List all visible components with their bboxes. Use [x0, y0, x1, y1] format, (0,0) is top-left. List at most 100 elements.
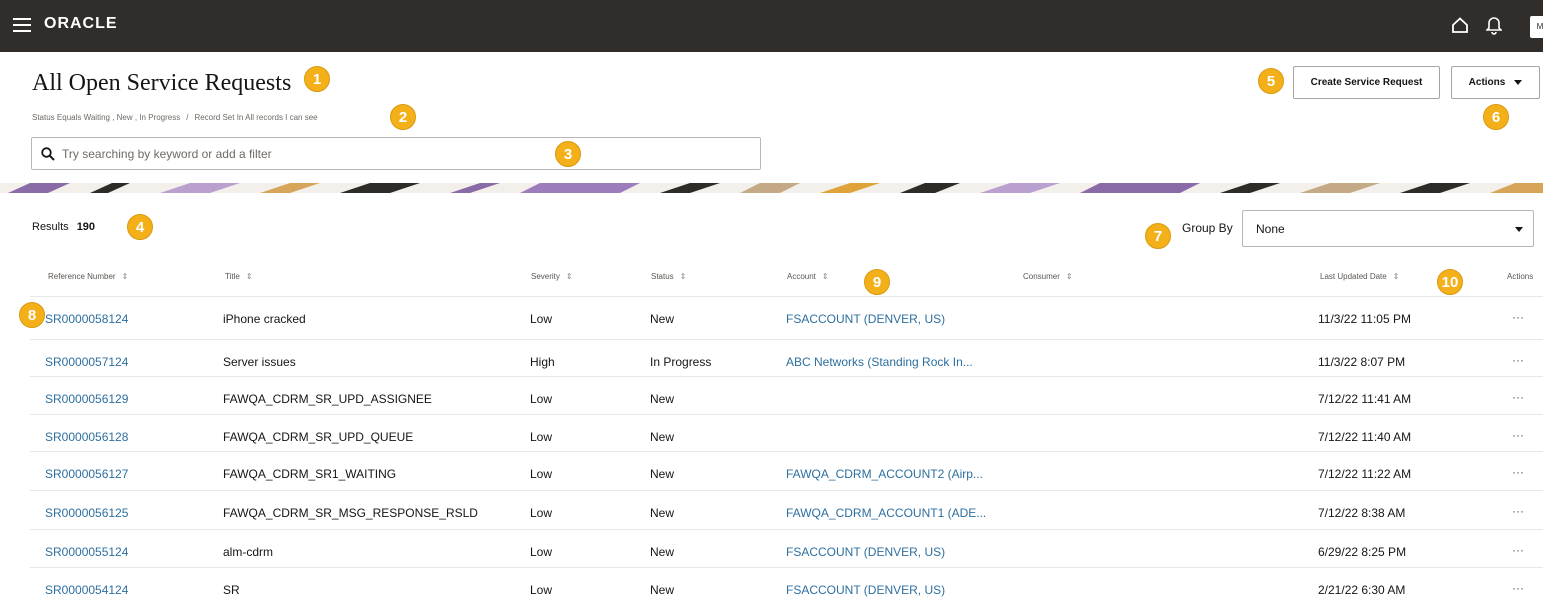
callout-1: 1 — [304, 66, 330, 92]
title-cell: FAWQA_CDRM_SR_UPD_QUEUE — [223, 430, 414, 444]
account-link[interactable]: FAWQA_CDRM_ACCOUNT2 (Airp... — [786, 467, 983, 481]
column-header-title[interactable]: Title ⇕ — [225, 272, 253, 281]
row-divider — [30, 529, 1543, 530]
results-count: Results 190 — [32, 221, 95, 233]
sort-icon[interactable]: ⇕ — [1066, 272, 1073, 281]
callout-3: 3 — [555, 141, 581, 167]
sort-icon[interactable]: ⇕ — [566, 272, 573, 281]
last-updated-cell: 7/12/22 11:22 AM — [1318, 467, 1412, 481]
page-title: All Open Service Requests — [32, 70, 292, 96]
title-cell: FAWQA_CDRM_SR_MSG_RESPONSE_RSLD — [223, 506, 478, 520]
last-updated-cell: 7/12/22 11:41 AM — [1318, 392, 1412, 406]
group-by-select[interactable]: None — [1242, 210, 1534, 247]
row-divider — [30, 414, 1543, 415]
actions-menu-label: Actions — [1468, 77, 1506, 88]
filter-recordset[interactable]: Record Set In All records I can see — [194, 113, 317, 122]
status-cell: New — [650, 545, 675, 559]
reference-number-link[interactable]: SR0000056128 — [45, 430, 128, 444]
column-header-label: Consumer — [1023, 272, 1060, 281]
column-header-account[interactable]: Account ⇕ — [787, 272, 829, 281]
severity-cell: Low — [530, 392, 553, 406]
account-link[interactable]: FSACCOUNT (DENVER, US) — [786, 312, 945, 326]
row-actions-menu-icon[interactable]: ··· — [1512, 581, 1524, 595]
row-actions-menu-icon[interactable]: ··· — [1512, 353, 1524, 367]
row-divider — [30, 567, 1543, 568]
status-cell: New — [650, 467, 675, 481]
reference-number-link[interactable]: SR0000055124 — [45, 545, 128, 559]
column-header-consumer[interactable]: Consumer ⇕ — [1023, 272, 1073, 281]
actions-menu-button[interactable]: Actions — [1451, 66, 1540, 99]
results-number: 190 — [76, 221, 96, 233]
notifications-bell-icon[interactable] — [1486, 15, 1502, 35]
title-cell: alm-cdrm — [223, 545, 273, 559]
sort-icon[interactable]: ⇕ — [822, 272, 829, 281]
reference-number-link[interactable]: SR0000056129 — [45, 392, 128, 406]
severity-cell: Low — [530, 545, 553, 559]
title-cell: SR — [223, 583, 240, 597]
account-link[interactable]: FSACCOUNT (DENVER, US) — [786, 583, 945, 597]
group-by-label: Group By — [1182, 221, 1233, 235]
sort-icon[interactable]: ⇕ — [680, 272, 687, 281]
create-service-request-button[interactable]: Create Service Request — [1293, 66, 1440, 99]
callout-4: 4 — [127, 214, 153, 240]
column-header-label: Last Updated Date — [1320, 272, 1387, 281]
last-updated-cell: 7/12/22 8:38 AM — [1318, 506, 1406, 520]
chevron-down-icon — [1515, 227, 1523, 232]
column-header-last-updated[interactable]: Last Updated Date ⇕ — [1320, 272, 1399, 281]
reference-number-link[interactable]: SR0000056125 — [45, 506, 128, 520]
user-avatar[interactable]: M — [1530, 16, 1543, 38]
callout-7: 7 — [1145, 223, 1171, 249]
column-header-reference[interactable]: Reference Number ⇕ — [48, 272, 128, 281]
sort-icon[interactable]: ⇕ — [1393, 272, 1400, 281]
column-header-label: Title — [225, 272, 240, 281]
severity-cell: Low — [530, 506, 553, 520]
row-divider — [30, 376, 1543, 377]
severity-cell: Low — [530, 467, 553, 481]
reference-number-link[interactable]: SR0000058124 — [45, 312, 128, 326]
search-field[interactable] — [31, 137, 761, 170]
search-input[interactable] — [62, 144, 742, 164]
status-cell: New — [650, 312, 675, 326]
severity-cell: Low — [530, 312, 553, 326]
callout-5: 5 — [1258, 68, 1284, 94]
sort-icon[interactable]: ⇕ — [122, 272, 129, 281]
column-header-label: Severity — [531, 272, 560, 281]
account-link[interactable]: FAWQA_CDRM_ACCOUNT1 (ADE... — [786, 506, 986, 520]
severity-cell: High — [530, 355, 555, 369]
global-header: ORACLE M — [0, 0, 1543, 52]
oracle-logo[interactable]: ORACLE — [44, 15, 118, 33]
reference-number-link[interactable]: SR0000056127 — [45, 467, 128, 481]
group-by-value: None — [1256, 222, 1285, 236]
row-actions-menu-icon[interactable]: ··· — [1512, 428, 1524, 442]
severity-cell: Low — [530, 430, 553, 444]
chevron-down-icon — [1514, 80, 1523, 85]
row-divider — [30, 490, 1543, 491]
severity-cell: Low — [530, 583, 553, 597]
status-cell: New — [650, 506, 675, 520]
row-actions-menu-icon[interactable]: ··· — [1512, 390, 1524, 404]
title-cell: Server issues — [223, 355, 296, 369]
account-link[interactable]: ABC Networks (Standing Rock In... — [786, 355, 973, 369]
column-header-severity[interactable]: Severity ⇕ — [531, 272, 573, 281]
home-icon[interactable] — [1451, 16, 1469, 34]
last-updated-cell: 11/3/22 11:05 PM — [1318, 312, 1411, 326]
row-actions-menu-icon[interactable]: ··· — [1512, 465, 1524, 479]
column-header-label: Account — [787, 272, 816, 281]
row-actions-menu-icon[interactable]: ··· — [1512, 310, 1524, 324]
row-divider — [30, 451, 1543, 452]
column-header-status[interactable]: Status ⇕ — [651, 272, 686, 281]
reference-number-link[interactable]: SR0000057124 — [45, 355, 128, 369]
row-actions-menu-icon[interactable]: ··· — [1512, 543, 1524, 557]
title-cell: iPhone cracked — [223, 312, 306, 326]
account-link[interactable]: FSACCOUNT (DENVER, US) — [786, 545, 945, 559]
filter-breadcrumb[interactable]: Status Equals Waiting , New , In Progres… — [32, 113, 318, 122]
column-header-actions: Actions — [1507, 272, 1534, 281]
column-header-label: Reference Number — [48, 272, 116, 281]
sort-icon[interactable]: ⇕ — [246, 272, 253, 281]
row-actions-menu-icon[interactable]: ··· — [1512, 504, 1524, 518]
last-updated-cell: 11/3/22 8:07 PM — [1318, 355, 1406, 369]
reference-number-link[interactable]: SR0000054124 — [45, 583, 128, 597]
hamburger-menu-icon[interactable] — [13, 18, 31, 34]
callout-2: 2 — [390, 104, 416, 130]
filter-status[interactable]: Status Equals Waiting , New , In Progres… — [32, 113, 180, 122]
